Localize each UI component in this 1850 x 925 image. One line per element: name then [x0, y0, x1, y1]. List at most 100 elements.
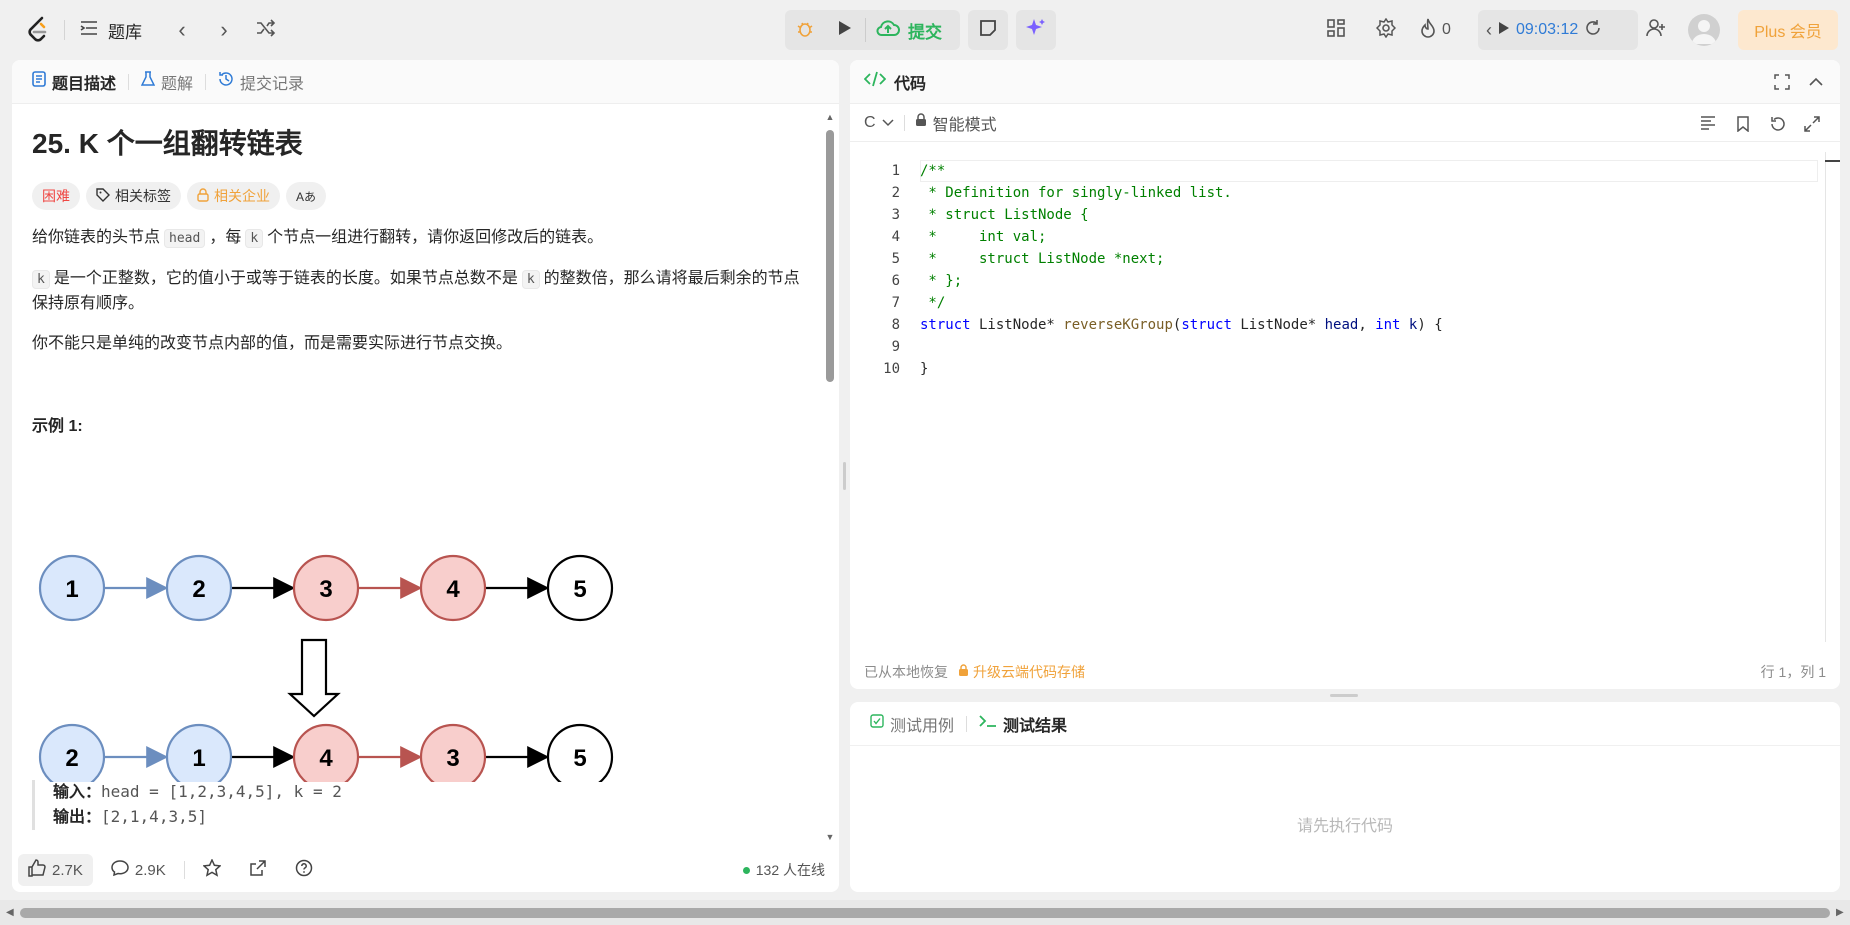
- tab-description[interactable]: 题目描述: [26, 70, 122, 94]
- ai-assistant-button[interactable]: [1016, 10, 1056, 50]
- next-problem-button[interactable]: ›: [208, 14, 240, 46]
- settings-button[interactable]: [1370, 14, 1402, 46]
- reset-timer-icon[interactable]: [1584, 19, 1602, 42]
- format-icon[interactable]: [1700, 116, 1716, 135]
- test-panel: 测试用例 测试结果 请先执行代码: [850, 702, 1840, 892]
- collapse-icon[interactable]: [1808, 74, 1824, 95]
- favorite-button[interactable]: [193, 854, 231, 886]
- tag-icon: [96, 187, 110, 205]
- after-node-label: 3: [446, 745, 459, 772]
- random-problem-button[interactable]: [250, 14, 282, 46]
- divider: [903, 114, 905, 131]
- text: 给你链表的头节点: [32, 229, 161, 246]
- horizontal-scrollbar-thumb[interactable]: [20, 908, 1830, 918]
- help-button[interactable]: [285, 854, 323, 886]
- tags-button[interactable]: 相关标签: [86, 182, 181, 210]
- language-label: C: [864, 113, 876, 131]
- tab-label: 提交记录: [240, 75, 305, 93]
- paragraph-1: 给你链表的头节点 head ，每 k 个节点一组进行翻转，请你返回修改后的链表。: [32, 226, 812, 251]
- shuffle-icon: [256, 17, 276, 43]
- expand-icon[interactable]: [1804, 116, 1820, 137]
- language-select[interactable]: C: [864, 114, 894, 132]
- example-output: 输出：[2,1,4,3,5]: [53, 805, 342, 830]
- output-value: [2,1,4,3,5]: [101, 807, 207, 826]
- smart-mode-toggle[interactable]: 智能模式: [915, 111, 997, 135]
- scroll-left-icon[interactable]: ◀: [6, 907, 14, 918]
- line-text: * };: [920, 273, 963, 289]
- leetcode-logo[interactable]: [24, 14, 54, 46]
- line-number: 6: [891, 273, 900, 289]
- inline-code: k: [32, 270, 50, 289]
- play-icon[interactable]: [1498, 21, 1510, 40]
- code-panel: 代码 C 智能模式 1 /** 2 * Definition for singl…: [850, 60, 1840, 689]
- history-icon: [218, 71, 234, 92]
- reset-code-icon[interactable]: [1770, 116, 1786, 137]
- tab-submissions[interactable]: 提交记录: [212, 70, 310, 94]
- divider: [128, 73, 130, 90]
- share-button[interactable]: [239, 854, 277, 886]
- scroll-right-icon[interactable]: ▶: [1836, 907, 1844, 918]
- horizontal-resize-handle[interactable]: [1330, 694, 1358, 697]
- chevron-left-icon: ‹: [178, 17, 186, 42]
- scrollbar-thumb[interactable]: [826, 130, 834, 382]
- plus-membership-button[interactable]: Plus 会员: [1738, 10, 1838, 50]
- before-node-label: 2: [192, 576, 205, 603]
- editor-toolbar: C 智能模式: [850, 104, 1840, 142]
- document-icon: [32, 71, 46, 92]
- tab-test-cases[interactable]: 测试用例: [864, 712, 960, 736]
- comment-icon: [111, 859, 129, 881]
- avatar[interactable]: [1688, 14, 1720, 46]
- tab-label: 测试结果: [1003, 717, 1068, 735]
- output-label: 输出：: [53, 809, 102, 826]
- prev-problem-button[interactable]: ‹: [166, 14, 198, 46]
- tab-test-results[interactable]: 测试结果: [973, 712, 1073, 736]
- gear-icon: [1375, 17, 1397, 42]
- company-label: 相关企业: [214, 188, 270, 204]
- timer-value: 09:03:12: [1516, 21, 1579, 38]
- play-icon: [838, 20, 852, 40]
- code-editor[interactable]: 1 /** 2 * Definition for singly-linked li…: [850, 152, 1840, 642]
- invite-button[interactable]: [1640, 14, 1672, 46]
- inline-code: k: [521, 270, 540, 289]
- problem-list-button[interactable]: 题库: [80, 14, 142, 46]
- fullscreen-icon[interactable]: [1774, 74, 1790, 95]
- tags-label: 相关标签: [115, 188, 171, 204]
- after-node-label: 5: [573, 745, 586, 772]
- divider: [205, 73, 207, 90]
- divider: [64, 20, 65, 40]
- code-line: 8 struct ListNode* reverseKGroup(struct L…: [850, 314, 1840, 336]
- badges: 困难 相关标签 相关企业 Aあ: [32, 182, 812, 210]
- online-indicator: 132 人在线: [742, 860, 825, 880]
- list-icon: [80, 20, 98, 41]
- flask-icon: [140, 71, 156, 92]
- problem-panel: 题目描述 题解 提交记录 25. K 个一组翻转链表 困难 相关标签 相关企业 …: [12, 60, 839, 892]
- top-bar: 题库 ‹ › 提交 0 ‹ 09:03:12 Plus 会员: [0, 0, 1850, 60]
- example-input: 输入：head = [1,2,3,4,5], k = 2: [53, 780, 342, 805]
- bug-icon: [795, 18, 815, 42]
- run-button[interactable]: [825, 10, 865, 50]
- layout-button[interactable]: [1320, 14, 1352, 46]
- divider: [183, 861, 185, 879]
- empty-result-message: 请先执行代码: [1296, 818, 1393, 835]
- bookmark-icon[interactable]: [1736, 116, 1750, 137]
- companies-button[interactable]: 相关企业: [187, 182, 280, 210]
- like-button[interactable]: 2.7K: [18, 854, 93, 886]
- comments-button[interactable]: 2.9K: [101, 854, 176, 886]
- layout-grid-icon: [1327, 19, 1345, 41]
- vertical-resize-handle[interactable]: [843, 462, 846, 490]
- chevron-right-icon: ›: [220, 17, 228, 42]
- streak-counter[interactable]: 0: [1420, 14, 1451, 46]
- tab-solutions[interactable]: 题解: [135, 70, 199, 94]
- submit-button[interactable]: 提交: [866, 10, 960, 50]
- add-user-icon: [1646, 19, 1666, 41]
- lock-icon: [915, 113, 927, 132]
- chevron-left-icon[interactable]: ‹: [1486, 20, 1492, 41]
- notes-button[interactable]: [968, 10, 1008, 50]
- translate-button[interactable]: Aあ: [286, 182, 327, 210]
- debug-button[interactable]: [785, 10, 825, 50]
- online-dot: [742, 866, 750, 874]
- scroll-up-icon[interactable]: ▲: [825, 112, 835, 122]
- cloud-storage-link[interactable]: 升级云端代码存储: [958, 662, 1085, 682]
- scroll-down-icon[interactable]: ▼: [825, 832, 835, 842]
- online-count: 132 人在线: [755, 862, 825, 878]
